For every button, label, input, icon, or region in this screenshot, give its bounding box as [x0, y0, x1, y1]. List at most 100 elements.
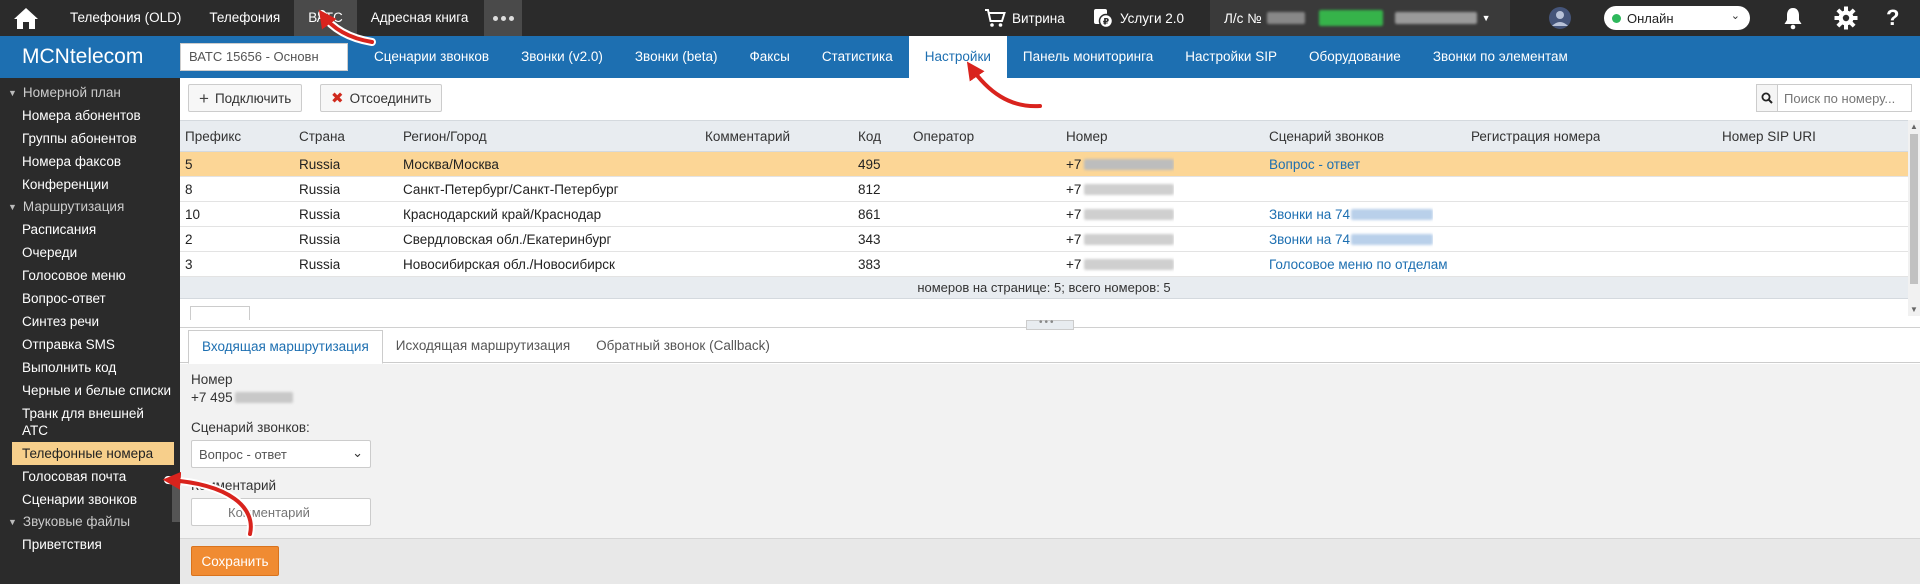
sidebar-item-schedules[interactable]: Расписания	[0, 218, 180, 241]
account-number-redacted	[1266, 12, 1305, 24]
account-selector[interactable]: Л/с № ▼	[1210, 0, 1510, 36]
sidebar: ▼ Номерной план Номера абонентов Группы а…	[0, 78, 180, 584]
scroll-down-icon[interactable]: ▼	[1910, 305, 1918, 314]
nav-settings[interactable]: Настройки	[908, 36, 1007, 80]
more-icon[interactable]	[484, 0, 523, 36]
sidebar-item-send-sms[interactable]: Отправка SMS	[0, 333, 180, 356]
number-prefix: +7	[1066, 256, 1082, 272]
top-bar: Телефония (OLD) Телефония ВАТС Адресная …	[0, 0, 1920, 36]
column-header-operator[interactable]: Оператор	[913, 121, 974, 151]
sidebar-item-greetings[interactable]: Приветствия	[0, 533, 180, 556]
column-header-comment[interactable]: Комментарий	[705, 121, 790, 151]
help-icon[interactable]: ?	[1886, 0, 1899, 36]
nav-monitoring-panel[interactable]: Панель мониторинга	[1007, 36, 1169, 78]
sidebar-group-label: Звуковые файлы	[22, 514, 131, 529]
chevron-down-icon: ⌄	[352, 445, 363, 460]
column-header-registration[interactable]: Регистрация номера	[1471, 121, 1600, 151]
sidebar-collapse-handle[interactable]	[172, 482, 180, 522]
status-select[interactable]: Онлайн ⌄	[1604, 6, 1750, 30]
top-nav: Телефония (OLD) Телефония ВАТС Адресная …	[56, 0, 523, 36]
panel-splitter[interactable]: •••	[180, 317, 1920, 330]
nav-call-scenarios[interactable]: Сценарии звонков	[358, 36, 505, 78]
cell-scenario-link[interactable]: Звонки на 74	[1269, 227, 1434, 251]
connect-button[interactable]: + Подключить	[188, 84, 303, 112]
tab-outgoing-routing[interactable]: Исходящая маршрутизация	[383, 330, 583, 363]
services-link[interactable]: ₽ Услуги 2.0	[1092, 0, 1184, 36]
sidebar-item-voice-menu[interactable]: Голосовое меню	[0, 264, 180, 287]
number-redacted	[1084, 183, 1175, 195]
close-icon: ✖	[331, 89, 344, 107]
avatar[interactable]	[1548, 0, 1572, 36]
table-row[interactable]: 2 Russia Свердловская обл./Екатеринбург …	[180, 227, 1908, 252]
comment-input[interactable]	[191, 498, 371, 526]
save-button[interactable]: Сохранить	[191, 546, 279, 576]
collapse-triangle-icon: ▼	[8, 517, 17, 527]
nav-calls-v2[interactable]: Звонки (v2.0)	[505, 36, 619, 78]
sidebar-item-phone-numbers[interactable]: Телефонные номера	[12, 442, 174, 465]
topnav-telephony-old[interactable]: Телефония (OLD)	[56, 0, 195, 36]
number-redacted	[1084, 208, 1175, 220]
tab-incoming-routing[interactable]: Входящая маршрутизация	[188, 330, 383, 364]
sidebar-item-call-scenarios[interactable]: Сценарии звонков	[0, 488, 180, 511]
column-header-country[interactable]: Страна	[299, 121, 345, 151]
sidebar-item-voicemail[interactable]: Голосовая почта	[0, 465, 180, 488]
column-header-prefix[interactable]: Префикс	[185, 121, 241, 151]
search-icon[interactable]	[1756, 84, 1778, 112]
cell-scenario-link[interactable]: Звонки на 74	[1269, 202, 1434, 226]
sidebar-item-external-trunk[interactable]: Транк для внешней АТС	[0, 402, 180, 442]
scenario-select[interactable]: Вопрос - ответ ⌄	[191, 440, 371, 468]
column-header-region[interactable]: Регион/Город	[403, 121, 487, 151]
nav-sip-settings[interactable]: Настройки SIP	[1169, 36, 1293, 78]
search-input[interactable]	[1778, 84, 1912, 112]
cell-scenario-link[interactable]: Голосовое меню по отделам	[1269, 252, 1448, 276]
table-row[interactable]: 3 Russia Новосибирская обл./Новосибирск …	[180, 252, 1908, 277]
sidebar-item-execute-code[interactable]: Выполнить код	[0, 356, 180, 379]
nav-faxes[interactable]: Факсы	[734, 36, 806, 78]
tab-callback[interactable]: Обратный звонок (Callback)	[583, 330, 783, 363]
scroll-up-icon[interactable]: ▲	[1910, 122, 1918, 131]
sidebar-group-routing[interactable]: ▼ Маршрутизация	[0, 196, 180, 218]
column-header-code[interactable]: Код	[858, 121, 881, 151]
sidebar-item-subscriber-groups[interactable]: Группы абонентов	[0, 127, 180, 150]
disconnect-button[interactable]: ✖ Отсоединить	[320, 84, 443, 112]
table-row[interactable]: 10 Russia Краснодарский край/Краснодар 8…	[180, 202, 1908, 227]
cell-prefix: 2	[185, 231, 193, 247]
splitter-grip-icon[interactable]: •••	[1026, 317, 1074, 330]
topnav-vatc[interactable]: ВАТС	[294, 0, 357, 36]
sidebar-item-speech-synthesis[interactable]: Синтез речи	[0, 310, 180, 333]
cell-region: Москва/Москва	[403, 156, 499, 172]
nav-statistics[interactable]: Статистика	[806, 36, 909, 78]
pager[interactable]	[190, 306, 250, 320]
number-search	[1756, 84, 1912, 112]
scrollbar-thumb[interactable]	[1910, 134, 1918, 284]
table-row[interactable]: 8 Russia Санкт-Петербург/Санкт-Петербург…	[180, 177, 1908, 202]
number-prefix: +7	[1066, 156, 1082, 172]
sidebar-item-conferences[interactable]: Конференции	[0, 173, 180, 196]
scenario-number-redacted	[1351, 208, 1434, 220]
vatc-select[interactable]: ВАТС 15656 - Основн	[180, 43, 348, 71]
showcase-link[interactable]: Витрина	[984, 0, 1065, 36]
cell-prefix: 3	[185, 256, 193, 272]
topnav-address-book[interactable]: Адресная книга	[357, 0, 483, 36]
column-header-sip-uri[interactable]: Номер SIP URI	[1722, 121, 1816, 151]
column-header-scenario[interactable]: Сценарий звонков	[1269, 121, 1384, 151]
topnav-telephony[interactable]: Телефония	[195, 0, 294, 36]
sidebar-item-queues[interactable]: Очереди	[0, 241, 180, 264]
home-icon[interactable]	[0, 0, 52, 36]
sidebar-group-sound-files[interactable]: ▼ Звуковые файлы	[0, 511, 180, 533]
sidebar-item-question-answer[interactable]: Вопрос-ответ	[0, 287, 180, 310]
sidebar-item-subscriber-numbers[interactable]: Номера абонентов	[0, 104, 180, 127]
column-header-number[interactable]: Номер	[1066, 121, 1108, 151]
bell-icon[interactable]	[1782, 0, 1804, 36]
table-scrollbar[interactable]: ▲ ▼	[1908, 120, 1920, 316]
nav-calls-by-elements[interactable]: Звонки по элементам	[1417, 36, 1584, 78]
nav-equipment[interactable]: Оборудование	[1293, 36, 1417, 78]
table-row[interactable]: 5 Russia Москва/Москва 495 +7 Вопрос - о…	[180, 152, 1908, 177]
gear-icon[interactable]	[1834, 0, 1858, 36]
nav-calls-beta[interactable]: Звонки (beta)	[619, 36, 734, 78]
sidebar-group-number-plan[interactable]: ▼ Номерной план	[0, 82, 180, 104]
sidebar-item-fax-numbers[interactable]: Номера факсов	[0, 150, 180, 173]
cell-number: +7	[1066, 152, 1175, 176]
cell-scenario-link[interactable]: Вопрос - ответ	[1269, 152, 1360, 176]
sidebar-item-black-white-lists[interactable]: Черные и белые списки	[0, 379, 180, 402]
